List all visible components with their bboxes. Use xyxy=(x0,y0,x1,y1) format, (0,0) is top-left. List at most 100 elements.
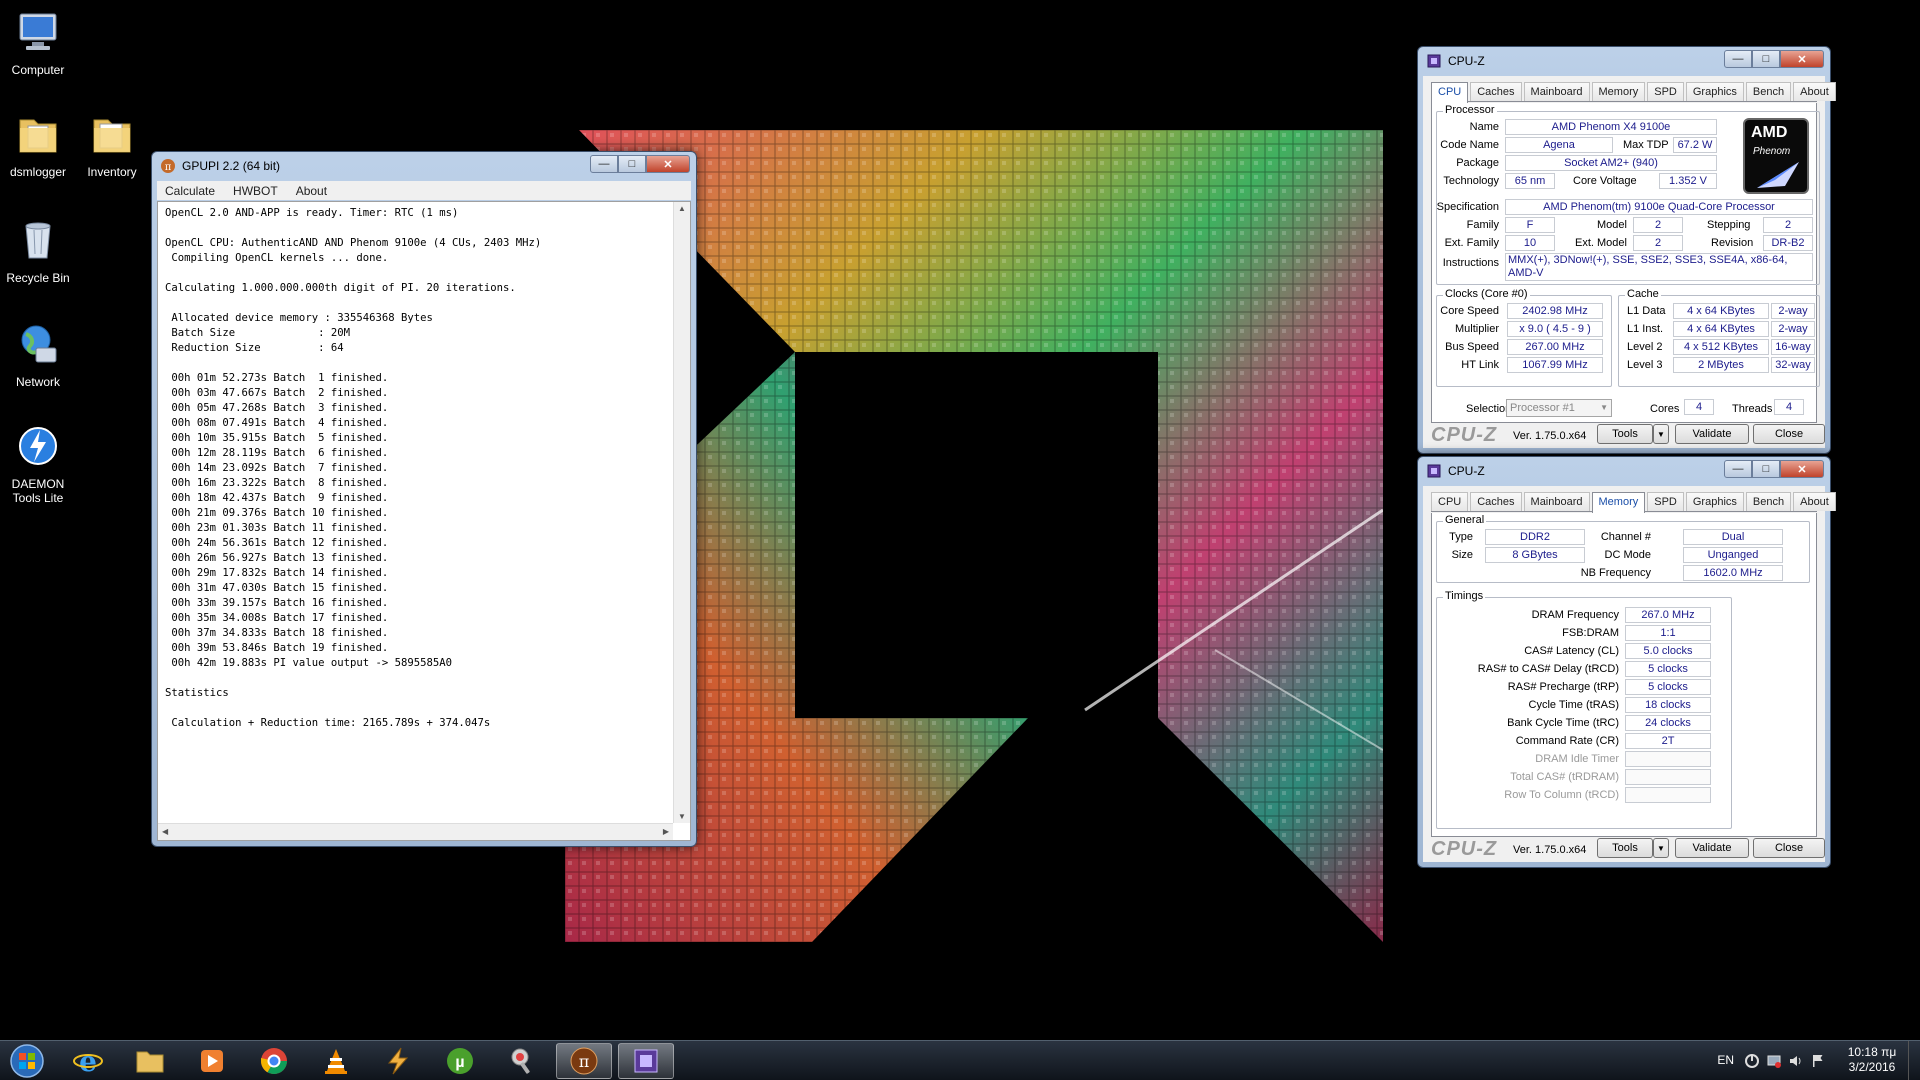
cpuz-title: CPU-Z xyxy=(1448,54,1485,68)
tab-mainboard[interactable]: Mainboard xyxy=(1523,82,1590,101)
ext-model-label: Ext. Model xyxy=(1575,237,1627,249)
utorrent-icon: µ xyxy=(447,1048,473,1074)
cache-l1-inst-label: L1 Inst. xyxy=(1627,323,1664,335)
tab-spd[interactable]: SPD xyxy=(1647,82,1684,101)
specification-value: AMD Phenom(tm) 9100e Quad-Core Processor xyxy=(1505,199,1813,215)
minimize-button[interactable]: — xyxy=(1724,50,1752,68)
tab-memory[interactable]: Memory xyxy=(1591,82,1646,101)
desktop-icon-dsmlogger[interactable]: dsmlogger xyxy=(0,110,76,179)
tab-cpu[interactable]: CPU xyxy=(1431,82,1469,103)
gpupi-window[interactable]: π GPUPI 2.2 (64 bit) — □ ✕ Calculate HWB… xyxy=(151,151,697,847)
tab-memory[interactable]: Memory xyxy=(1591,492,1646,513)
clock-date: 3/2/2016 xyxy=(1848,1060,1896,1074)
volume-icon[interactable] xyxy=(1788,1053,1804,1069)
taskbar-media-player[interactable] xyxy=(184,1043,240,1079)
close-icon: ✕ xyxy=(1797,463,1807,476)
minimize-button[interactable]: — xyxy=(1724,460,1752,478)
processor-group-title: Processor xyxy=(1443,104,1497,116)
family-label: Family xyxy=(1466,219,1499,231)
tab-graphics[interactable]: Graphics xyxy=(1685,82,1744,101)
menu-hwbot[interactable]: HWBOT xyxy=(233,184,278,198)
desktop-icon-network[interactable]: Network xyxy=(0,320,76,389)
minimize-icon: — xyxy=(1732,463,1744,475)
gpupi-output-console[interactable]: OpenCL 2.0 AND-APP is ready. Timer: RTC … xyxy=(157,201,691,841)
close-button[interactable]: Close xyxy=(1753,838,1825,858)
tab-bench[interactable]: Bench xyxy=(1745,492,1792,511)
cpuz-version: Ver. 1.75.0.x64 xyxy=(1513,430,1587,442)
tools-button[interactable]: Tools xyxy=(1597,424,1653,444)
cache-l1-data-label: L1 Data xyxy=(1627,305,1666,317)
taskbar-clock[interactable]: 10:18 πμ 3/2/2016 xyxy=(1842,1045,1902,1075)
horizontal-scrollbar[interactable]: ◀ ▶ xyxy=(158,823,673,840)
validate-button[interactable]: Validate xyxy=(1675,424,1749,444)
close-window-button[interactable]: ✕ xyxy=(646,155,690,173)
scroll-up-icon[interactable]: ▲ xyxy=(678,204,686,213)
scroll-down-icon[interactable]: ▼ xyxy=(678,812,686,821)
tools-dropdown-button[interactable]: ▼ xyxy=(1653,424,1669,444)
tools-dropdown-button[interactable]: ▼ xyxy=(1653,838,1669,858)
tray-app-icon[interactable] xyxy=(1744,1053,1760,1069)
maximize-button[interactable]: □ xyxy=(1752,460,1780,478)
action-center-flag-icon[interactable] xyxy=(1810,1053,1826,1069)
maximize-button[interactable]: □ xyxy=(1752,50,1780,68)
minimize-button[interactable]: — xyxy=(590,155,618,173)
show-desktop-button[interactable] xyxy=(1908,1041,1920,1080)
gpupi-app-icon: π xyxy=(570,1047,598,1075)
menu-calculate[interactable]: Calculate xyxy=(165,184,215,198)
tab-bench[interactable]: Bench xyxy=(1745,82,1792,101)
revision-value: DR-B2 xyxy=(1763,235,1813,251)
validate-button[interactable]: Validate xyxy=(1675,838,1749,858)
network-status-icon[interactable] xyxy=(1766,1053,1782,1069)
tab-graphics[interactable]: Graphics xyxy=(1685,492,1744,511)
processor-selection-dropdown[interactable]: Processor #1 ▼ xyxy=(1506,399,1612,417)
tab-about[interactable]: About xyxy=(1793,82,1836,101)
vertical-scrollbar[interactable]: ▲ ▼ xyxy=(673,202,690,823)
timing-command-rate-label: Command Rate (CR) xyxy=(1515,735,1619,747)
stepping-value: 2 xyxy=(1763,217,1813,233)
close-window-button[interactable]: ✕ xyxy=(1780,460,1824,478)
cpuz-cpu-window[interactable]: CPU-Z — □ ✕ CPU Caches Mainboard Memory … xyxy=(1417,46,1836,454)
threads-label: Threads xyxy=(1732,403,1773,415)
tab-cpu[interactable]: CPU xyxy=(1431,492,1469,511)
cores-value: 4 xyxy=(1684,399,1714,415)
chrome-icon xyxy=(260,1048,288,1075)
cpuz-app-icon xyxy=(634,1049,658,1073)
scroll-left-icon[interactable]: ◀ xyxy=(162,827,168,836)
taskbar-utorrent[interactable]: µ xyxy=(432,1043,488,1079)
tab-spd[interactable]: SPD xyxy=(1647,492,1684,511)
taskbar-file-explorer[interactable] xyxy=(122,1043,178,1079)
tools-button[interactable]: Tools xyxy=(1597,838,1653,858)
nb-frequency-label: NB Frequency xyxy=(1580,567,1651,579)
maximize-button[interactable]: □ xyxy=(618,155,646,173)
taskbar-daemon-tools[interactable] xyxy=(370,1043,426,1079)
maximize-icon: □ xyxy=(1762,53,1770,65)
input-language-indicator[interactable]: EN xyxy=(1717,1053,1734,1067)
desktop-icon-inventory[interactable]: Inventory xyxy=(74,110,150,179)
menu-about[interactable]: About xyxy=(296,184,327,198)
start-button[interactable] xyxy=(4,1042,50,1080)
tab-caches[interactable]: Caches xyxy=(1470,82,1522,101)
close-button[interactable]: Close xyxy=(1753,424,1825,444)
taskbar-vlc[interactable] xyxy=(308,1043,364,1079)
close-window-button[interactable]: ✕ xyxy=(1780,50,1824,68)
close-icon: ✕ xyxy=(663,158,673,171)
tab-mainboard[interactable]: Mainboard xyxy=(1523,492,1590,511)
scroll-right-icon[interactable]: ▶ xyxy=(663,827,669,836)
cache-l1-data-way: 2-way xyxy=(1771,303,1815,319)
desktop-icon-label: DAEMON Tools Lite xyxy=(11,477,65,505)
desktop-icon-daemon-tools[interactable]: DAEMON Tools Lite xyxy=(0,422,76,505)
taskbar-internet-explorer[interactable]: e xyxy=(60,1043,116,1079)
tab-about[interactable]: About xyxy=(1793,492,1836,511)
mem-size-value: 8 GBytes xyxy=(1485,547,1585,563)
technology-value: 65 nm xyxy=(1505,173,1555,189)
cpuz-memory-window[interactable]: CPU-Z — □ ✕ CPU Caches Mainboard Memory … xyxy=(1417,456,1836,868)
taskbar-cpuz[interactable] xyxy=(618,1043,674,1079)
tab-caches[interactable]: Caches xyxy=(1470,492,1522,511)
desktop-icon-recycle-bin[interactable]: Recycle Bin xyxy=(0,216,76,285)
desktop-icon-computer[interactable]: Computer xyxy=(0,8,76,77)
taskbar-chrome[interactable] xyxy=(246,1043,302,1079)
taskbar-gpupi[interactable]: π xyxy=(556,1043,612,1079)
svg-text:π: π xyxy=(579,1052,590,1071)
internet-explorer-icon: e xyxy=(73,1046,103,1076)
taskbar-tool-app[interactable] xyxy=(494,1043,550,1079)
